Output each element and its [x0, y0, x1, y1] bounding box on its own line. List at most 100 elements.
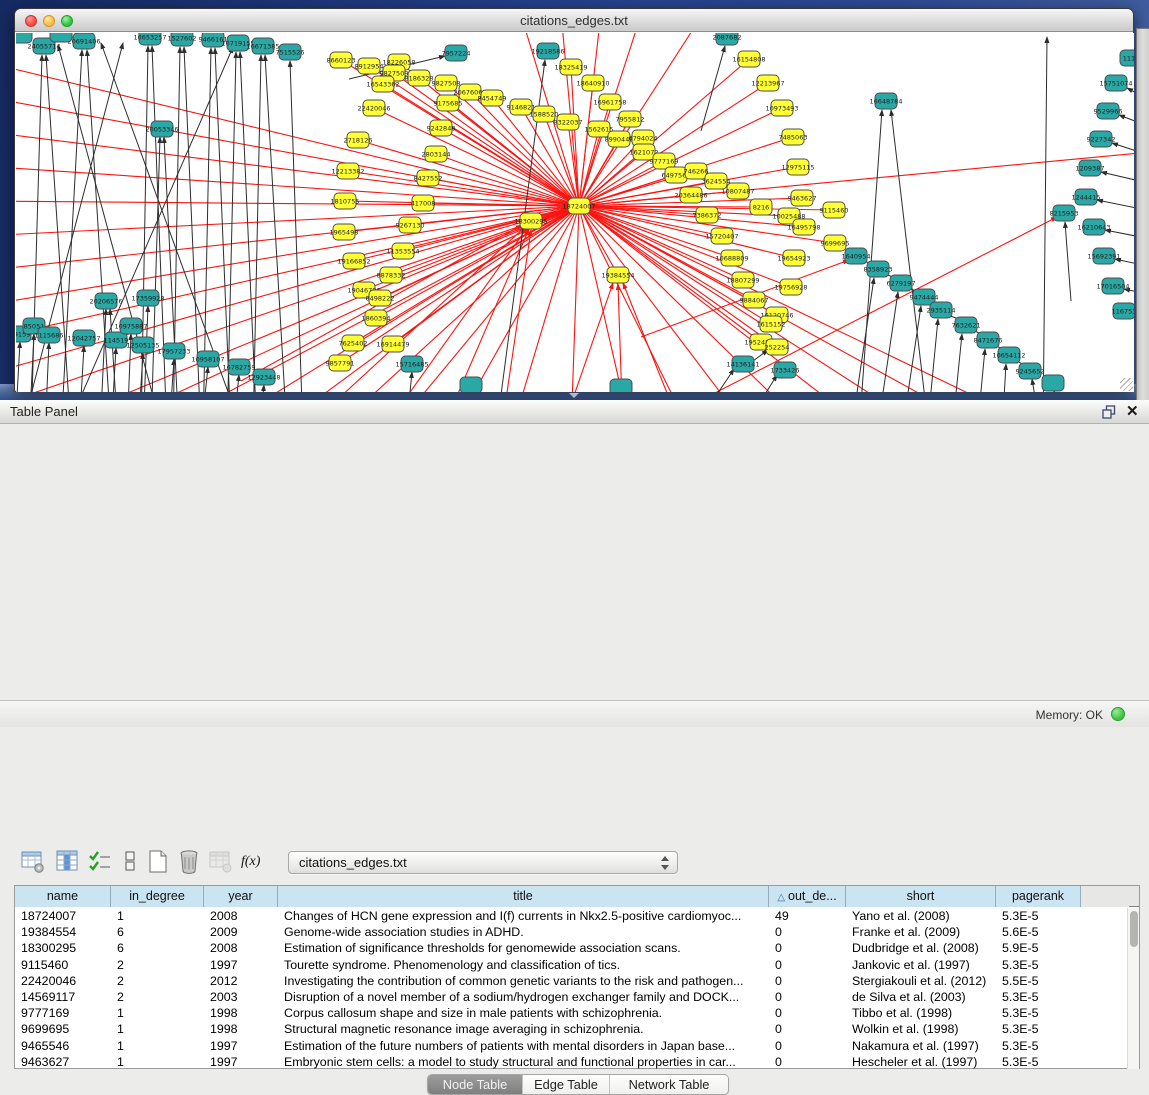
- table-cell-pagerank[interactable]: 5.9E-5: [996, 940, 1081, 956]
- table-cell-in_degree[interactable]: 1: [111, 908, 204, 924]
- table-row[interactable]: 1938455462009Genome-wide association stu…: [15, 924, 1127, 940]
- table-cell-in_degree[interactable]: 2: [111, 989, 204, 1005]
- graph-node[interactable]: 15720407: [705, 228, 738, 244]
- graph-node[interactable]: 17957233: [157, 343, 190, 359]
- table-cell-short[interactable]: Stergiakouli et al. (2012): [846, 973, 996, 989]
- table-cell-title[interactable]: Disruption of a novel member of a sodium…: [278, 989, 769, 1005]
- table-row[interactable]: 1872400712008Changes of HCN gene express…: [15, 908, 1127, 924]
- table-cell-out_de[interactable]: 0: [769, 973, 846, 989]
- table-cell-out_de[interactable]: 0: [769, 924, 846, 940]
- table-cell-short[interactable]: Jankovic et al. (1997): [846, 957, 996, 973]
- graph-node[interactable]: 15692391: [1087, 248, 1120, 264]
- graph-node[interactable]: [1042, 375, 1064, 391]
- function-builder-icon[interactable]: f(x): [241, 849, 267, 874]
- table-cell-in_degree[interactable]: 6: [111, 940, 204, 956]
- tab-edge-table[interactable]: Edge Table: [522, 1075, 609, 1094]
- graph-node[interactable]: 12975115: [781, 159, 814, 175]
- table-cell-name[interactable]: 19384554: [15, 924, 111, 940]
- table-cell-title[interactable]: Structural magnetic resonance image aver…: [278, 1021, 769, 1037]
- column-header-year[interactable]: year: [204, 886, 278, 907]
- graph-node[interactable]: 12505135: [126, 337, 159, 353]
- table-cell-year[interactable]: 2009: [204, 924, 278, 940]
- table-scrollbar[interactable]: [1127, 908, 1139, 1069]
- column-header-in_degree[interactable]: in_degree: [111, 886, 204, 907]
- splitter-collapse-handle[interactable]: [569, 393, 579, 398]
- graph-node[interactable]: 9245652: [1016, 363, 1045, 379]
- graph-node[interactable]: 7957224: [442, 45, 471, 61]
- table-cell-name[interactable]: 18724007: [15, 908, 111, 924]
- graph-node[interactable]: 2935114: [927, 302, 956, 318]
- table-cell-year[interactable]: 2003: [204, 989, 278, 1005]
- graph-node[interactable]: 9529966: [1094, 103, 1123, 119]
- graph-node[interactable]: 8660123: [327, 52, 356, 68]
- table-cell-year[interactable]: 2008: [204, 908, 278, 924]
- graph-node[interactable]: 20206576: [89, 293, 122, 309]
- column-header-title[interactable]: title: [278, 886, 769, 907]
- graph-node[interactable]: 19756928: [774, 279, 807, 295]
- column-header-pagerank[interactable]: pagerank: [996, 886, 1081, 907]
- citation-graph[interactable]: 8660123891295418226058982750916543362818…: [16, 33, 1134, 392]
- table-cell-short[interactable]: Wolkin et al. (1998): [846, 1021, 996, 1037]
- column-header-out_de[interactable]: △out_de...: [769, 886, 846, 907]
- graph-node[interactable]: 8186328: [405, 70, 434, 86]
- graph-node[interactable]: 1810755: [331, 193, 360, 209]
- graph-node[interactable]: 16648784: [869, 93, 902, 109]
- graph-node[interactable]: 8322037: [554, 114, 583, 130]
- graph-node[interactable]: 17016504: [1096, 278, 1129, 294]
- graph-node[interactable]: 9115460: [820, 202, 849, 218]
- graph-node[interactable]: 16961758: [593, 94, 626, 110]
- table-cell-short[interactable]: Nakamura et al. (1997): [846, 1038, 996, 1054]
- graph-node[interactable]: 9242848: [427, 120, 456, 136]
- network-window[interactable]: citations_edges.txt 86601238912954182260…: [14, 8, 1134, 392]
- graph-node[interactable]: 10653257: [133, 33, 166, 45]
- table-cell-pagerank[interactable]: 5.6E-5: [996, 924, 1081, 940]
- graph-node[interactable]: 20364486: [674, 187, 707, 203]
- table-cell-year[interactable]: 2008: [204, 940, 278, 956]
- table-cell-out_de[interactable]: 0: [769, 1021, 846, 1037]
- graph-node[interactable]: [16, 33, 32, 43]
- graph-node[interactable]: [460, 377, 482, 392]
- column-icon[interactable]: [117, 849, 143, 874]
- window-resize-grip[interactable]: [1120, 378, 1133, 391]
- table-cell-short[interactable]: Franke et al. (2009): [846, 924, 996, 940]
- column-header-name[interactable]: name: [15, 886, 111, 907]
- float-panel-icon[interactable]: [1102, 405, 1116, 419]
- graph-node[interactable]: 9463627: [788, 190, 817, 206]
- table-cell-pagerank[interactable]: 5.3E-5: [996, 1054, 1081, 1070]
- table-row[interactable]: 977716911998Corpus callosum shape and si…: [15, 1005, 1127, 1021]
- table-row[interactable]: 946554611997Estimation of the future num…: [15, 1038, 1127, 1054]
- table-cell-pagerank[interactable]: 5.5E-5: [996, 973, 1081, 989]
- table-cell-pagerank[interactable]: 5.3E-5: [996, 1021, 1081, 1037]
- graph-node[interactable]: 18640910: [576, 75, 609, 91]
- graph-node[interactable]: 20053346: [145, 121, 178, 137]
- graph-node[interactable]: 10688809: [715, 250, 748, 266]
- table-cell-in_degree[interactable]: 1: [111, 1038, 204, 1054]
- table-cell-in_degree[interactable]: 6: [111, 924, 204, 940]
- graph-node[interactable]: 19654923: [777, 250, 810, 266]
- graph-node[interactable]: 2087682: [713, 33, 742, 45]
- graph-node[interactable]: 10654112: [992, 347, 1025, 363]
- table-cell-year[interactable]: 1997: [204, 957, 278, 973]
- graph-node[interactable]: 2718126: [344, 132, 373, 148]
- table-row[interactable]: 911546021997Tourette syndrome. Phenomeno…: [15, 957, 1127, 973]
- table-body[interactable]: 1872400712008Changes of HCN gene express…: [15, 908, 1127, 1070]
- table-cell-short[interactable]: Tibbo et al. (1998): [846, 1005, 996, 1021]
- table-cell-short[interactable]: Yano et al. (2008): [846, 908, 996, 924]
- graph-node[interactable]: 19384554: [601, 267, 634, 283]
- table-cell-title[interactable]: Genome-wide association studies in ADHD.: [278, 924, 769, 940]
- table-cell-year[interactable]: 1998: [204, 1021, 278, 1037]
- graph-node[interactable]: 9857791: [326, 355, 355, 371]
- graph-node[interactable]: 11353554: [386, 243, 419, 259]
- table-cell-out_de[interactable]: 0: [769, 957, 846, 973]
- table-row[interactable]: 1830029562008Estimation of significance …: [15, 940, 1127, 956]
- table-cell-name[interactable]: 9115460: [15, 957, 111, 973]
- table-cell-name[interactable]: 9465546: [15, 1038, 111, 1054]
- graph-node[interactable]: 8454749: [478, 90, 507, 106]
- graph-node[interactable]: 2803144: [422, 146, 451, 162]
- graph-node[interactable]: 9227342: [1087, 131, 1116, 147]
- graph-node[interactable]: 12923448: [247, 369, 280, 385]
- close-panel-icon[interactable]: ✕: [1126, 402, 1139, 420]
- graph-node[interactable]: [610, 379, 632, 392]
- graph-node[interactable]: 8215953: [1050, 205, 1079, 221]
- table-cell-year[interactable]: 1998: [204, 1005, 278, 1021]
